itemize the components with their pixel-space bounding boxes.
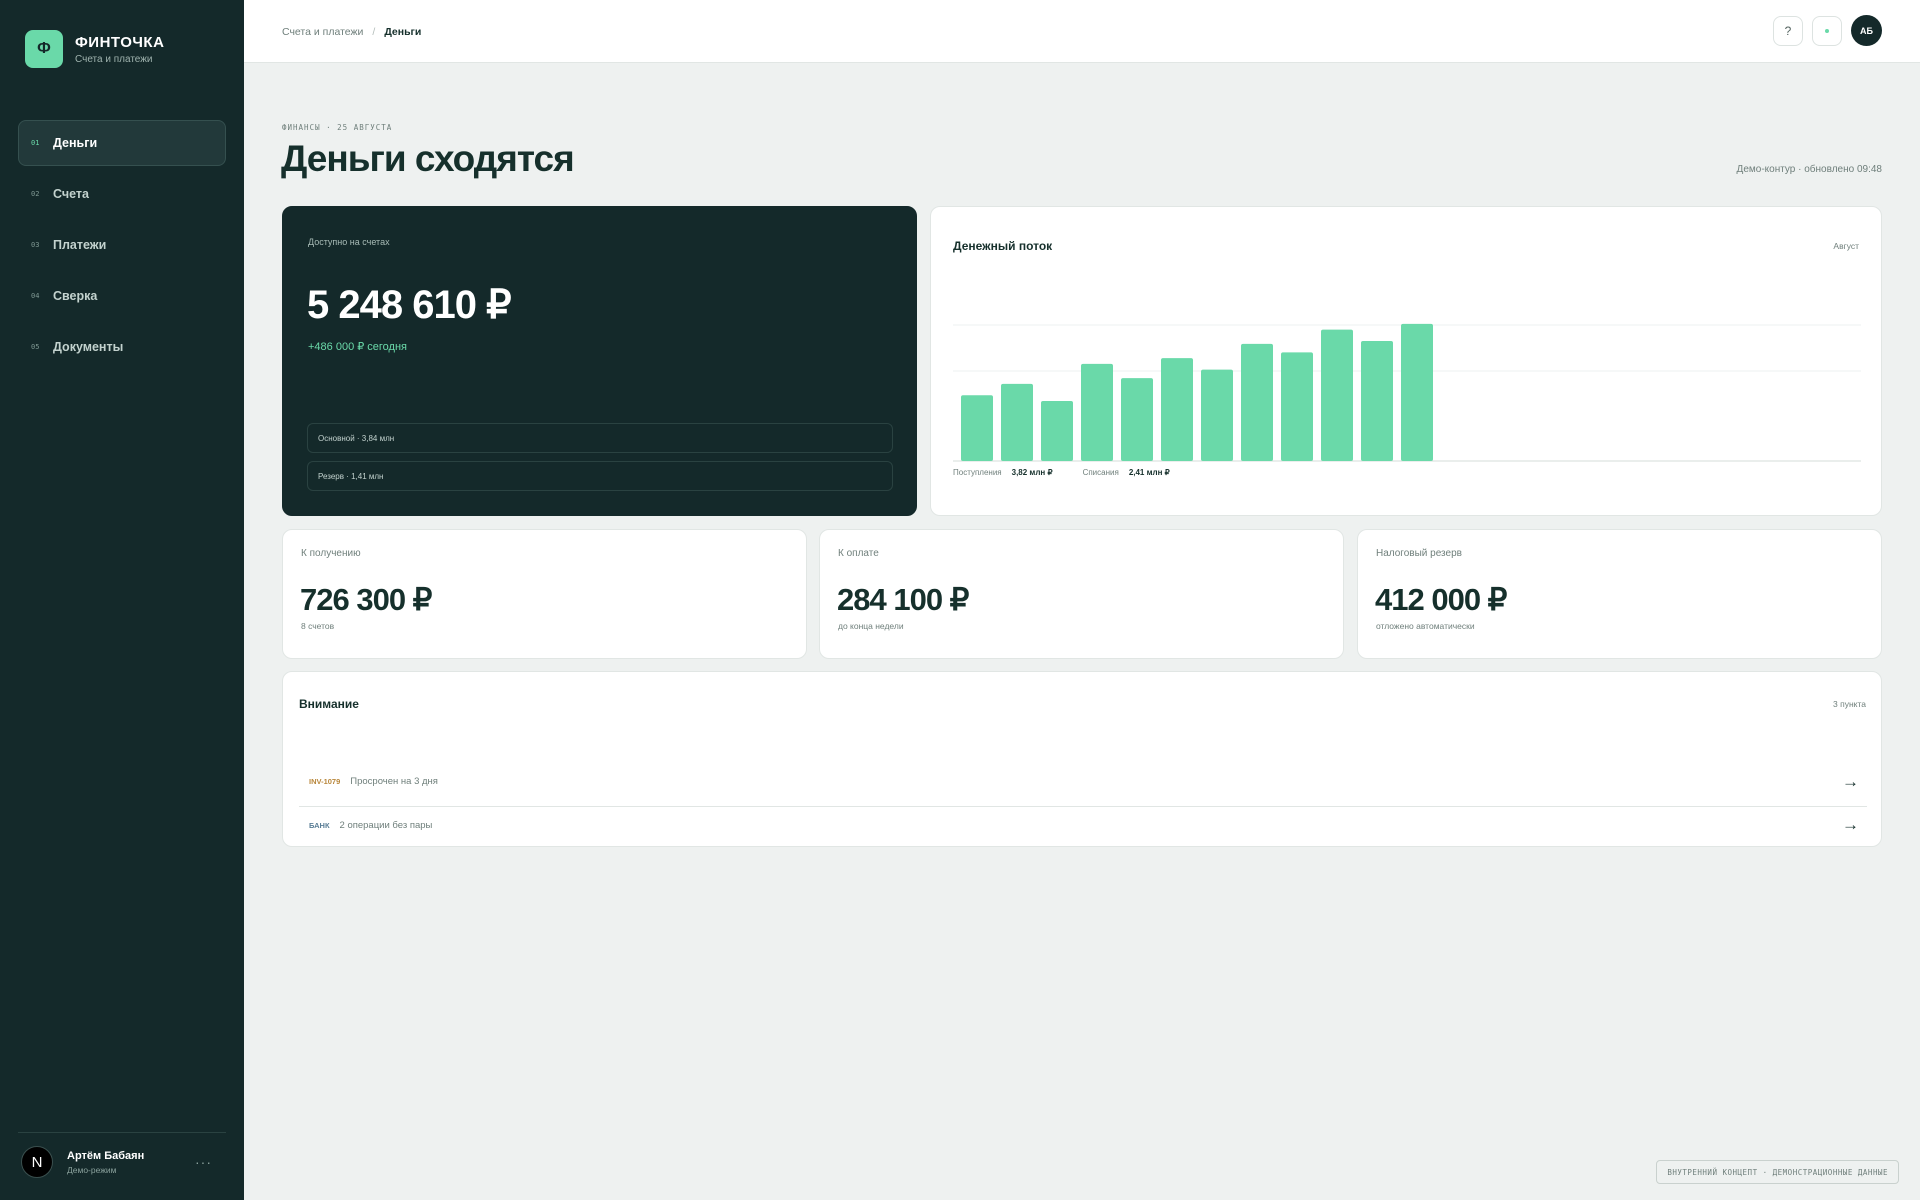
chart-bar [1121,378,1153,461]
stat-sub: до конца недели [838,621,904,631]
stat-card-payable[interactable]: К оплате 284 100 ₽ до конца недели [819,529,1344,659]
chart-bar [1161,358,1193,461]
stat-card-receivable[interactable]: К получению 726 300 ₽ 8 счетов [282,529,807,659]
sidebar-divider [18,1132,226,1133]
balance-amount: 5 248 610 ₽ [307,283,512,327]
stat-label: К оплате [838,548,879,559]
legend-value: 2,41 млн ₽ [1128,468,1170,477]
stat-sub: 8 счетов [301,621,335,631]
nav-label: Платежи [53,238,107,252]
page-title: Деньги сходятся [281,138,575,179]
legend-label: Списания [1082,468,1119,477]
cashflow-title: Денежный поток [953,239,1053,253]
account-reserve[interactable]: Резерв · 1,41 млн [307,461,893,491]
stat-label: Налоговый резерв [1376,548,1462,559]
legend-value: 3,82 млн ₽ [1011,468,1053,477]
attention-text: 2 операции без пары [339,819,433,831]
chart-bar [1361,341,1393,461]
attention-text: Просрочен на 3 дня [350,776,438,787]
stat-sub: отложено автоматически [1376,621,1475,631]
user-profile[interactable]: N Артём Бабаян Демо-режим ··· [21,1146,226,1178]
attention-row[interactable]: INV-1079 Просрочен на 3 дня → [299,757,1867,807]
nav-number: 02 [31,190,40,198]
nav-label: Сверка [53,289,98,303]
brand[interactable]: Ф ФИНТОЧКА Счета и платежи [25,30,164,68]
user-name: Артём Бабаян [67,1149,145,1162]
topbar: Счета и платежи / Деньги ? АБ [244,0,1920,63]
attention-count: 3 пункта [1833,699,1866,709]
chart-bar [1201,369,1233,461]
cashflow-period[interactable]: Август [1833,241,1859,251]
arrow-right-icon[interactable]: → [1842,815,1859,835]
stat-value: 284 100 ₽ [837,582,969,617]
nav-number: 03 [31,241,40,249]
breadcrumb-parent[interactable]: Счета и платежи [282,26,363,38]
balance-delta: +486 000 ₽ сегодня [308,341,408,353]
stat-card-tax-reserve[interactable]: Налоговый резерв 412 000 ₽ отложено авто… [1357,529,1882,659]
stat-value: 726 300 ₽ [300,582,432,617]
attention-title: Внимание [299,697,359,711]
avatar[interactable]: АБ [1851,15,1882,46]
account-main[interactable]: Основной · 3,84 млн [307,423,893,453]
page-eyebrow: ФИНАНСЫ · 25 АВГУСТА [282,123,393,132]
balance-label: Доступно на счетах [308,237,390,247]
chart-bar [1001,383,1033,461]
nav-label: Документы [53,340,124,354]
legend-expense: Списания 2,41 млн ₽ [1083,468,1170,477]
cashflow-legend: Поступления 3,82 млн ₽ Списания 2,41 млн ₽ [953,468,1200,477]
notifications-button[interactable] [1812,15,1842,46]
sidebar: Ф ФИНТОЧКА Счета и платежи 01 Деньги 02 … [0,0,244,1200]
nav-label: Счета [53,187,89,201]
chart-bar [1321,329,1353,461]
status-dot-icon [1825,28,1829,33]
chart-bar [1041,401,1073,461]
arrow-right-icon[interactable]: → [1842,772,1859,792]
cashflow-card: Денежный поток Август Поступления 3,82 мл… [930,206,1882,516]
chart-bar [1081,363,1113,461]
chart-bar [1241,343,1273,461]
brand-subtitle: Счета и платежи [75,53,153,65]
chart-bar [1281,352,1313,461]
legend-income: Поступления 3,82 млн ₽ [953,468,1053,477]
breadcrumb: Счета и платежи / Деньги [282,26,421,38]
nav-number: 05 [31,343,40,351]
update-meta: Демо-контур · обновлено 09:48 [1736,164,1882,175]
breadcrumb-current: Деньги [384,26,422,38]
more-options-icon[interactable]: ··· [195,1154,212,1170]
top-actions: ? АБ [1773,15,1882,46]
sidebar-item-accounts[interactable]: 02 Счета [18,171,226,217]
legend-label: Поступления [953,468,1002,477]
breadcrumb-separator: / [372,26,376,38]
footer-badge: ВНУТРЕННИЙ КОНЦЕПТ · ДЕМОНСТРАЦИОННЫЕ ДА… [1656,1160,1899,1184]
user-role: Демо-режим [67,1164,117,1175]
stat-label: К получению [301,548,361,559]
brand-name: ФИНТОЧКА [75,33,165,51]
sidebar-nav: 01 Деньги 02 Счета 03 Платежи 04 Сверка … [18,120,226,375]
attention-row[interactable]: БАНК 2 операции без пары → [299,808,1867,842]
brand-logo: Ф [25,30,63,68]
sidebar-item-money[interactable]: 01 Деньги [18,120,226,166]
attention-card: Внимание 3 пункта INV-1079 Просрочен на … [282,671,1882,847]
attention-tag: INV-1079 [309,777,341,786]
sidebar-item-documents[interactable]: 05 Документы [18,324,226,370]
nav-number: 04 [31,292,40,300]
balance-card: Доступно на счетах 5 248 610 ₽ +486 000 … [282,206,917,516]
attention-tag: БАНК [309,820,330,830]
chart-bar [961,395,993,461]
nav-label: Деньги [53,136,98,150]
chart-bar [1401,323,1433,461]
sidebar-item-reconciliation[interactable]: 04 Сверка [18,273,226,319]
stat-value: 412 000 ₽ [1375,582,1507,617]
nav-number: 01 [31,139,40,147]
chart-bars [961,323,1433,461]
help-button[interactable]: ? [1773,15,1803,46]
cashflow-chart [953,323,1861,462]
sidebar-item-payments[interactable]: 03 Платежи [18,222,226,268]
user-avatar: N [21,1146,53,1178]
